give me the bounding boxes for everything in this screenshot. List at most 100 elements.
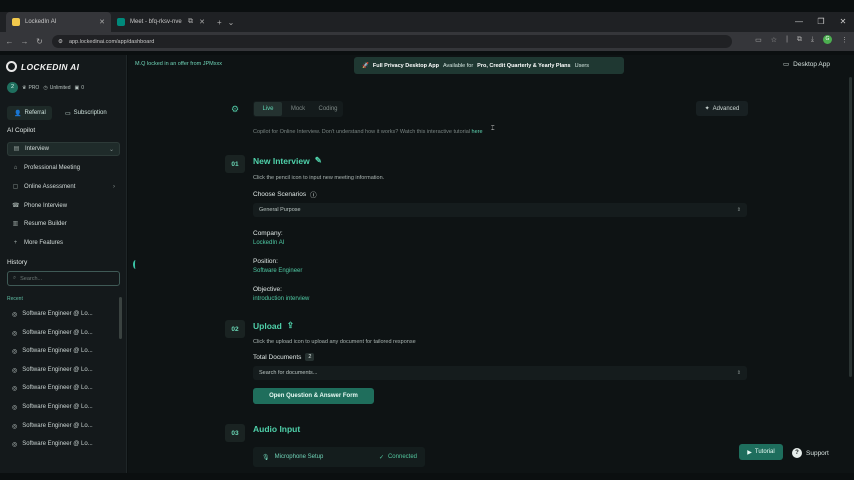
mode-tabs: Live Mock Coding [253, 101, 343, 117]
subscription-button[interactable]: ▭ Subscription [58, 106, 115, 120]
chat-icon: ◎ [12, 311, 18, 318]
browser-tab-lockedin[interactable]: LockedIn AI ✕ [6, 12, 111, 32]
edit-pencil-icon[interactable]: ✎ [315, 155, 322, 166]
sidebar-item-interview[interactable]: ▤ Interview ⌄ [7, 142, 120, 156]
referral-button[interactable]: 👤 Referral [7, 106, 52, 120]
tutorial-link[interactable]: here [472, 129, 483, 135]
sidebar-item-more-features[interactable]: + More Features [7, 236, 120, 250]
desktop-app-banner[interactable]: 🚀 Full Privacy Desktop App Available for… [354, 57, 624, 74]
history-item[interactable]: ◎ Software Engineer @ Lo... [12, 345, 112, 357]
sidebar-item-phone-interview[interactable]: ☎ Phone Interview [7, 199, 120, 213]
credits-icon: ▣ [74, 84, 80, 91]
sidebar-item-resume-builder[interactable]: ▥ Resume Builder [7, 217, 120, 231]
label-text: Total Documents [253, 353, 302, 361]
banner-plans: Pro, Credit Quarterly & Yearly Plans [477, 62, 571, 69]
search-icon: ⌕ [13, 275, 17, 281]
tab-live[interactable]: Live [254, 102, 282, 116]
banner-mid: Available for [442, 62, 474, 69]
promo-ticker: M.Q locked in an offer from JPMxxx [135, 61, 223, 67]
profile-avatar[interactable]: G [823, 35, 832, 44]
scenario-select[interactable]: General Purpose ⇕ [253, 203, 747, 217]
tutorial-button[interactable]: ▶ Tutorial [739, 444, 783, 460]
tab-coding[interactable]: Coding [314, 102, 342, 116]
main-scrollbar[interactable] [849, 77, 852, 377]
meet-favicon-icon [117, 18, 125, 26]
support-label: Support [806, 449, 829, 457]
scenario-label: Choose Scenarios ⓘ [253, 189, 317, 200]
address-bar[interactable]: ⚙ app.lockedinai.com/app/dashboard [52, 35, 732, 48]
chevron-updown-icon: ⇕ [736, 370, 741, 376]
minimize-icon[interactable]: — [788, 12, 810, 32]
step-description: Click the pencil icon to input new meeti… [253, 175, 385, 181]
label-text: Choose Scenarios [253, 190, 307, 198]
back-icon[interactable]: ← [4, 37, 15, 46]
meeting-icon: ⌂ [13, 164, 18, 171]
browser-tab-meet[interactable]: Meet - bfq-rksv-nve ⧉ ✕ [111, 12, 211, 32]
history-item[interactable]: ◎ Software Engineer @ Lo... [12, 308, 112, 320]
history-item[interactable]: ◎ Software Engineer @ Lo... [12, 420, 112, 432]
plus-icon: + [13, 239, 18, 246]
info-icon[interactable]: ⓘ [310, 189, 317, 199]
chat-icon: ◎ [12, 348, 18, 355]
lockedin-logo-icon [6, 61, 17, 72]
clock-icon: ◷ [43, 84, 48, 91]
new-tab-icon[interactable]: + [217, 18, 222, 27]
sidebar-item-online-assessment[interactable]: ▢ Online Assessment › [7, 180, 120, 194]
history-item[interactable]: ◎ Software Engineer @ Lo... [12, 401, 112, 413]
divider: | [786, 36, 788, 43]
extensions-icon[interactable]: ⧉ [797, 36, 802, 44]
tutorial-hint: Copilot for Online Interview. Don't unde… [253, 129, 483, 135]
settings-gear-icon[interactable]: ⚙ [231, 104, 239, 115]
mouse-cursor-icon: ⌶ [491, 126, 495, 132]
close-window-icon[interactable]: ✕ [832, 12, 854, 32]
close-tab-icon[interactable]: ✕ [199, 18, 205, 26]
unlimited-label: Unlimited [49, 84, 71, 91]
app-logo[interactable]: LOCKEDIN AI [6, 61, 79, 72]
copilot-section-title: AI Copilot [7, 127, 36, 134]
forward-icon[interactable]: → [19, 37, 30, 46]
upload-icon[interactable]: ⇪ [287, 320, 294, 331]
desktop-app-button[interactable]: ▭ Desktop App [783, 60, 830, 69]
chat-icon: ◎ [12, 385, 18, 392]
avatar[interactable]: 2 [7, 82, 18, 93]
microphone-setup-row[interactable]: 🎙 Microphone Setup ✓ Connected [253, 447, 425, 467]
tab-share-icon[interactable]: ⧉ [188, 18, 193, 26]
open-qa-form-button[interactable]: Open Question & Answer Form [253, 388, 374, 404]
mic-label: Microphone Setup [274, 454, 324, 460]
tab-mock[interactable]: Mock [284, 102, 312, 116]
history-item-label: Software Engineer @ Lo... [22, 423, 93, 429]
browser-menu-icon[interactable]: ⋮ [841, 36, 848, 44]
interview-icon: ▤ [13, 145, 20, 152]
microphone-icon: 🎙 [262, 454, 270, 461]
main-content: M.Q locked in an offer from JPMxxx 🚀 Ful… [128, 55, 854, 473]
section-title: New Interview [253, 155, 310, 166]
documents-select[interactable]: Search for documents... ⇕ [253, 366, 747, 380]
upload-title: Upload ⇪ [253, 320, 294, 331]
documents-count-badge: 2 [305, 353, 315, 361]
history-item[interactable]: ◎ Software Engineer @ Lo... [12, 327, 112, 339]
tab-search-chevron-icon[interactable]: ⌄ [228, 18, 235, 27]
close-tab-icon[interactable]: ✕ [99, 18, 105, 26]
support-button[interactable]: ? Support [792, 445, 829, 461]
resume-icon: ▥ [12, 220, 19, 227]
sidebar-scrollbar[interactable] [119, 297, 122, 339]
help-icon: ? [792, 448, 802, 458]
bookmark-star-icon[interactable]: ☆ [771, 36, 777, 44]
browser-tab-bar: LockedIn AI ✕ Meet - bfq-rksv-nve ⧉ ✕ + … [0, 12, 854, 32]
browser-toolbar: ← → ↻ ⚙ app.lockedinai.com/app/dashboard… [0, 32, 854, 51]
reload-icon[interactable]: ↻ [34, 37, 45, 46]
history-search-input[interactable]: ⌕ Search... [7, 271, 120, 286]
sidebar-item-label: Phone Interview [24, 203, 68, 209]
history-item[interactable]: ◎ Software Engineer @ Lo... [12, 364, 112, 376]
maximize-icon[interactable]: ❐ [810, 12, 832, 32]
url-text: app.lockedinai.com/app/dashboard [68, 38, 155, 45]
cast-icon[interactable]: ▭ [755, 36, 762, 44]
downloads-icon[interactable]: ⤓ [811, 36, 814, 44]
history-item[interactable]: ◎ Software Engineer @ Lo... [12, 382, 112, 394]
sidebar-item-professional-meeting[interactable]: ⌂ Professional Meeting [7, 161, 120, 175]
site-info-icon[interactable]: ⚙ [58, 39, 63, 45]
advanced-button[interactable]: ✦ Advanced [696, 101, 748, 116]
referral-label: Referral [24, 110, 46, 116]
history-item-label: Software Engineer @ Lo... [22, 311, 93, 317]
history-item[interactable]: ◎ Software Engineer @ Lo... [12, 438, 112, 450]
